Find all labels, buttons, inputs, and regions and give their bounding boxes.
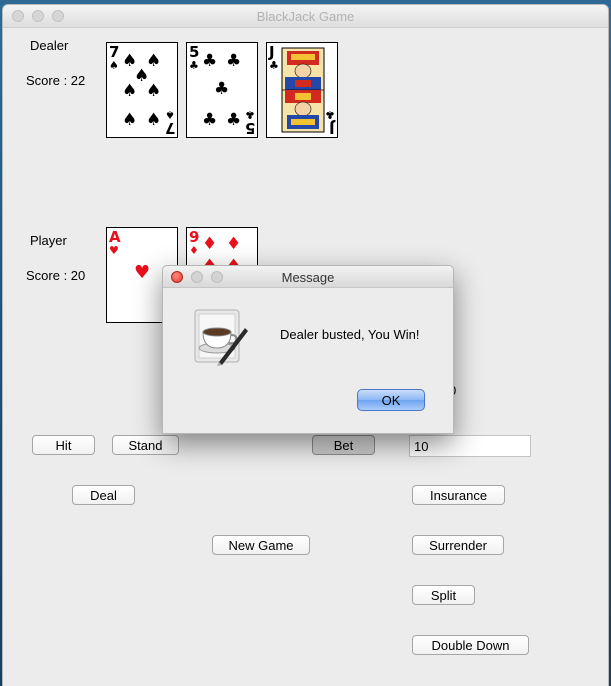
window-title: BlackJack Game <box>256 9 355 24</box>
dealer-card-7-spades: 7 ♠ ♠ ♠ ♠ ♠ ♠ ♠ ♠ ♠ 7 <box>106 42 178 138</box>
spade-icon: ♠ <box>109 59 119 72</box>
dialog-message: Dealer busted, You Win! <box>280 327 420 342</box>
heart-icon: ♥ <box>109 244 119 257</box>
double-down-button[interactable]: Double Down <box>412 635 529 655</box>
player-label: Player <box>30 233 67 248</box>
java-coffee-cup-icon <box>194 309 248 366</box>
dealer-label: Dealer <box>30 38 69 53</box>
deal-button[interactable]: Deal <box>72 485 135 505</box>
card-rank: J <box>329 119 335 137</box>
heart-icon: ♥ <box>134 262 151 283</box>
dialog-title-bar: Message <box>163 266 453 288</box>
spade-icon: ♠ <box>122 81 138 101</box>
bet-button[interactable]: Bet <box>312 435 375 455</box>
card-rank: A <box>109 228 121 246</box>
card-rank: 9 <box>189 228 200 246</box>
club-icon: ♣ <box>269 59 279 72</box>
card-rank: 7 <box>164 119 175 137</box>
hit-button[interactable]: Hit <box>32 435 95 455</box>
spade-icon: ♠ <box>122 110 138 130</box>
club-icon: ♣ <box>226 110 242 130</box>
club-icon: ♣ <box>202 110 218 130</box>
diamond-icon: ♦ <box>189 244 199 257</box>
stand-button[interactable]: Stand <box>112 435 179 455</box>
card-rank: 5 <box>189 43 200 61</box>
spade-icon: ♠ <box>146 81 162 101</box>
bet-amount-field[interactable]: 10 <box>409 435 531 457</box>
card-rank: 7 <box>109 43 120 61</box>
card-rank: 5 <box>244 119 255 137</box>
card-rank: J <box>269 43 275 61</box>
club-icon: ♣ <box>189 59 199 72</box>
diamond-icon: ♦ <box>202 234 218 254</box>
message-dialog: Message Dealer busted, You Win! OK <box>162 265 454 434</box>
title-bar: BlackJack Game <box>3 5 608 28</box>
dealer-card-j-clubs: J ♣ ♣ J <box>266 42 338 138</box>
ok-button[interactable]: OK <box>357 389 425 411</box>
dealer-score: Score : 22 <box>26 73 86 88</box>
insurance-button[interactable]: Insurance <box>412 485 505 505</box>
jack-face-icon <box>281 47 325 133</box>
new-game-button[interactable]: New Game <box>212 535 310 555</box>
club-icon: ♣ <box>214 79 230 99</box>
dealer-card-5-clubs: 5 ♣ ♣ ♣ ♣ ♣ ♣ ♣ 5 <box>186 42 258 138</box>
surrender-button[interactable]: Surrender <box>412 535 504 555</box>
spade-icon: ♠ <box>146 110 162 130</box>
club-icon: ♣ <box>226 51 242 71</box>
split-button[interactable]: Split <box>412 585 475 605</box>
club-icon: ♣ <box>202 51 218 71</box>
dialog-title: Message <box>281 270 335 285</box>
diamond-icon: ♦ <box>226 234 242 254</box>
player-score: Score : 20 <box>26 268 86 283</box>
